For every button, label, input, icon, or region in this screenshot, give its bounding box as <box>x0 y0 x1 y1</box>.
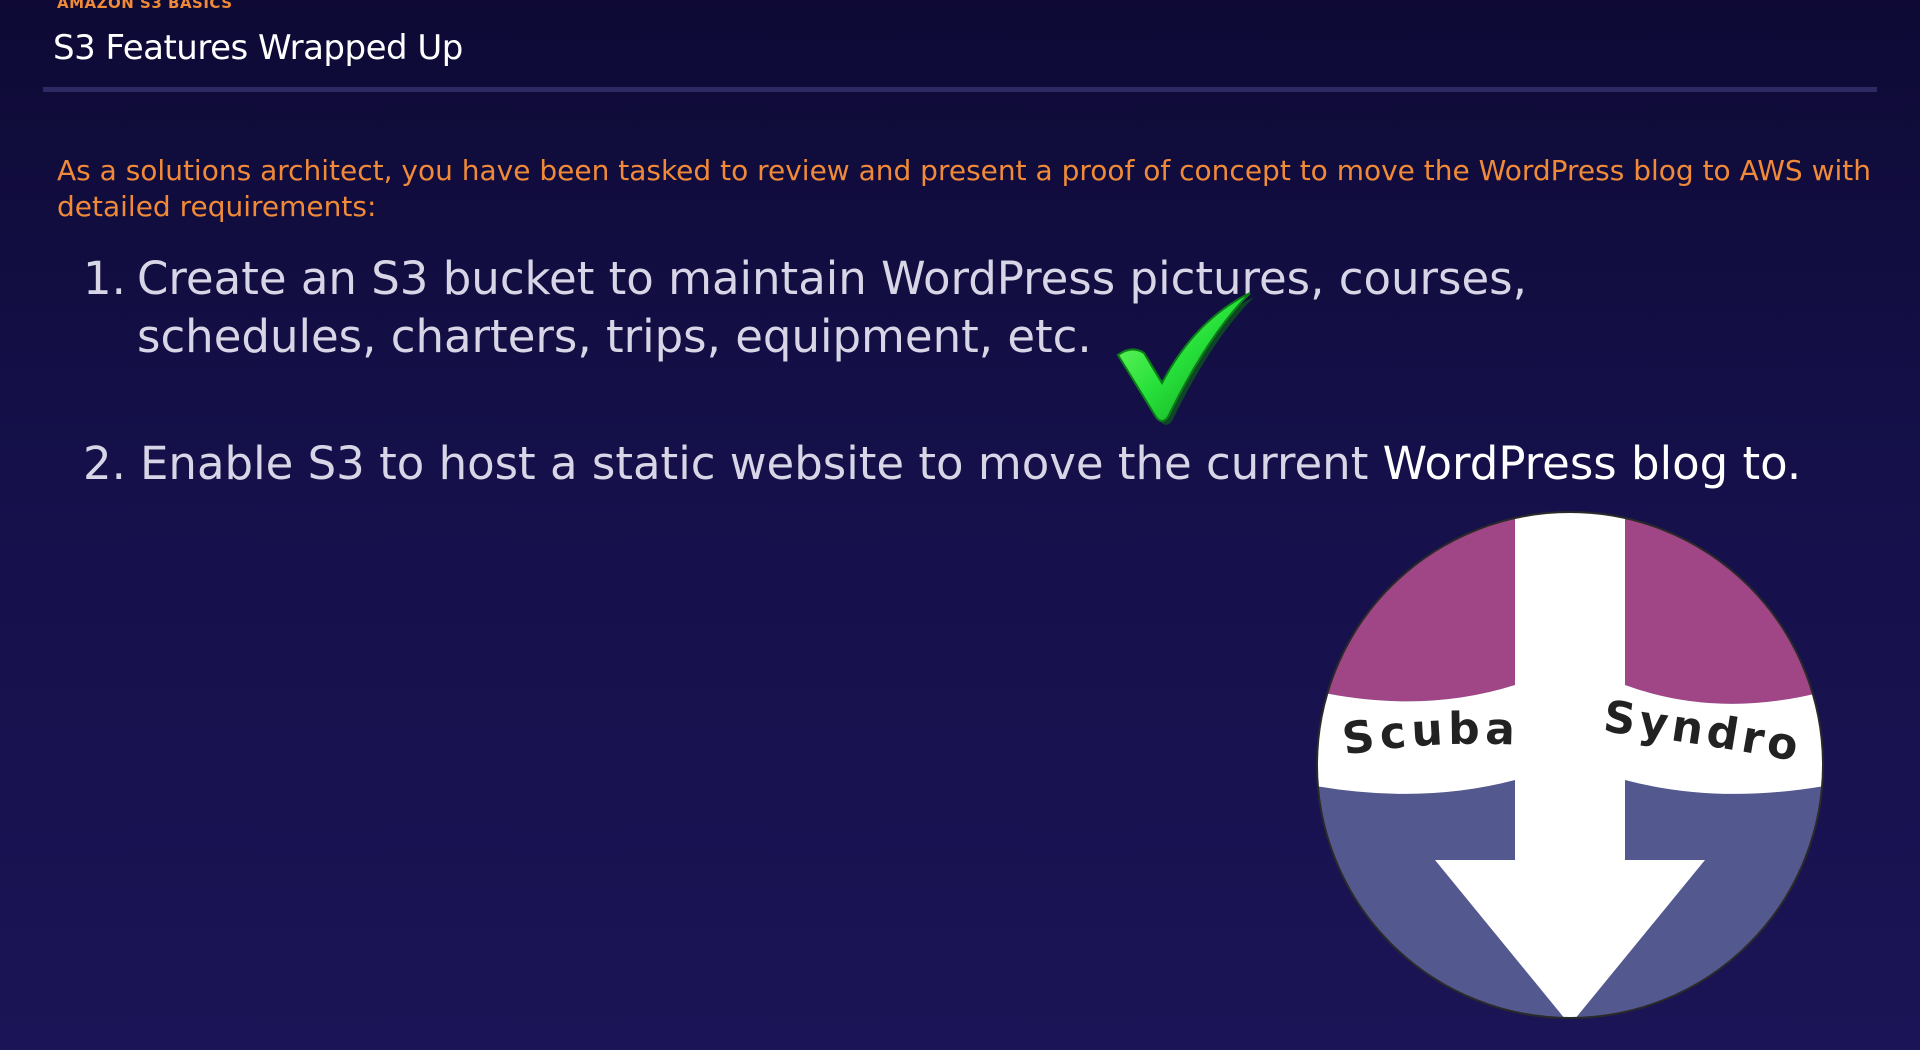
requirement-2-text-part-2: WordPress blog to. <box>1382 437 1802 490</box>
checkmark-icon <box>1116 292 1254 425</box>
requirement-2-number: 2. <box>83 437 126 490</box>
requirement-2-text-part-1: Enable S3 to host a static website to mo… <box>140 437 1383 490</box>
requirement-1-line-1: Create an S3 bucket to maintain WordPres… <box>137 252 1527 305</box>
section-kicker: AMAZON S3 BASICS <box>57 0 233 12</box>
requirement-1-number: 1. <box>83 252 126 305</box>
requirement-1-line-2: schedules, charters, trips, equipment, e… <box>137 310 1092 363</box>
scuba-syndrome-logo: Scuba Syndrome <box>1310 505 1824 1019</box>
page-title: S3 Features Wrapped Up <box>53 28 463 68</box>
intro-text: As a solutions architect, you have been … <box>57 154 1871 223</box>
requirement-2-text: Enable S3 to host a static website to mo… <box>140 435 1801 493</box>
requirement-1-text: Create an S3 bucket to maintain WordPres… <box>137 250 1527 366</box>
title-divider <box>43 87 1877 92</box>
